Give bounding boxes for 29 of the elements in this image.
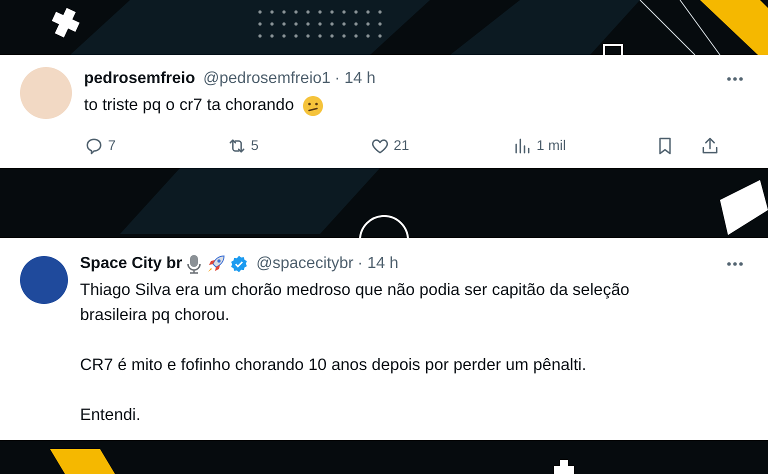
- plus-icon: [52, 8, 80, 38]
- tweet-text: Entendi.: [80, 405, 141, 426]
- confused-face-icon: [302, 94, 324, 116]
- plus-icon: [554, 460, 574, 474]
- action-count: 1 mil: [536, 136, 566, 155]
- action-count: 7: [108, 136, 116, 155]
- timestamp[interactable]: · 14 h: [357, 252, 398, 276]
- action-count: 21: [394, 136, 410, 155]
- display-name[interactable]: Space City br: [80, 252, 182, 276]
- rocket-icon: [206, 254, 226, 274]
- tweet-text: CR7 é mito e fofinho chorando 10 anos depois por perder um pênalti.: [80, 355, 586, 376]
- diagonal-line: [680, 0, 720, 56]
- display-name[interactable]: pedrosemfreio: [84, 67, 196, 91]
- user-handle[interactable]: @spacecitybr: [256, 252, 354, 276]
- more-options-icon[interactable]: [726, 76, 744, 82]
- user-handle[interactable]: @pedrosemfreio1: [203, 67, 331, 91]
- timestamp[interactable]: · 14 h: [334, 67, 376, 91]
- microphone-icon: [186, 254, 202, 274]
- tweet-text: Thiago Silva era um chorão medroso que não podia ser capitão da seleção brasileira pq chorou.: [80, 280, 630, 326]
- action-count: 5: [250, 136, 259, 155]
- parallelogram-shape: [720, 180, 768, 235]
- diagonal-line: [640, 0, 696, 56]
- share-icon[interactable]: [700, 136, 720, 156]
- avatar: [20, 256, 68, 304]
- reply-icon[interactable]: [84, 136, 104, 156]
- more-options-icon[interactable]: [726, 261, 744, 267]
- avatar: [20, 67, 72, 119]
- tweet-text: to triste pq o cr7 ta chorando: [84, 95, 294, 116]
- diagonal-stripe: [50, 449, 115, 474]
